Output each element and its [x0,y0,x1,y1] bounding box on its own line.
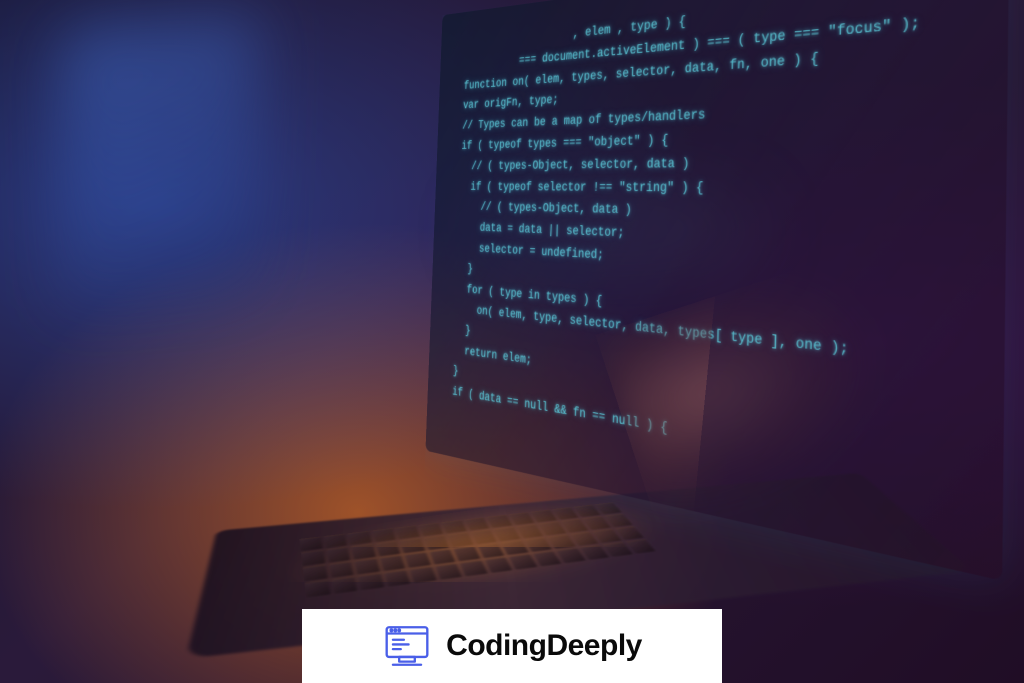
keyboard-key [399,538,425,553]
keyboard-key [301,550,325,566]
keyboard-key [326,547,351,562]
keyboard-key [348,531,372,545]
keyboard-key [484,557,513,573]
keyboard-key [434,563,462,580]
keyboard-key [592,529,621,543]
keyboard-key [375,541,400,556]
keyboard-key [508,554,537,570]
keyboard-key [418,523,443,537]
laptop-screen: , elem , type ) { === document.activeEle… [425,0,1009,581]
brand-logo-banner: CodingDeeply [302,609,722,683]
keyboard-key [486,515,512,528]
keyboard-key [477,543,505,558]
keyboard-key [552,507,579,520]
keyboard-key [351,544,376,559]
keyboard-key [538,522,566,536]
code-line: // ( types-Object, selector, data ) [460,147,969,177]
keyboard-key [516,524,543,538]
keyboard-key [594,502,621,515]
keyboard-key [464,517,490,531]
keyboard-key [493,527,520,541]
keyboard-key [570,531,599,545]
keyboard-key [395,525,420,539]
keyboard-key [441,520,466,534]
keyboard-key [447,533,473,548]
brand-name-text: CodingDeeply [446,629,642,663]
keyboard-key [429,549,456,565]
keyboard-key [470,530,497,544]
keyboard-key [453,546,480,561]
keyboard-key [328,561,353,577]
keyboard-key [573,505,600,518]
keyboard-key [508,512,534,525]
keyboard-key [371,528,396,542]
keyboard-key [500,540,528,555]
keyboard-key [423,535,449,550]
keyboard-key [323,534,347,549]
photo-scene: , elem , type ) { === document.activeEle… [0,0,1024,683]
keyboard-key [560,519,588,533]
keyboard-key [614,526,643,540]
keyboard-key [582,516,610,529]
keyboard-key [383,570,410,587]
keyboard-key [459,560,487,576]
keyboard-key [379,555,405,571]
keyboard-key [547,534,576,549]
laptop: , elem , type ) { === document.activeEle… [120,0,970,683]
keyboard-key [404,552,431,568]
keyboard-key [524,537,552,552]
keyboard-key [354,558,380,574]
computer-code-icon [382,624,432,668]
floating-code-text: , elem , type ) { === document.activeEle… [452,0,971,495]
keyboard-key [302,564,327,581]
keyboard-key [299,536,322,551]
keyboard-key [409,566,437,583]
keyboard-key [357,573,384,590]
keyboard-key [604,514,632,527]
keyboard-key [530,510,557,523]
